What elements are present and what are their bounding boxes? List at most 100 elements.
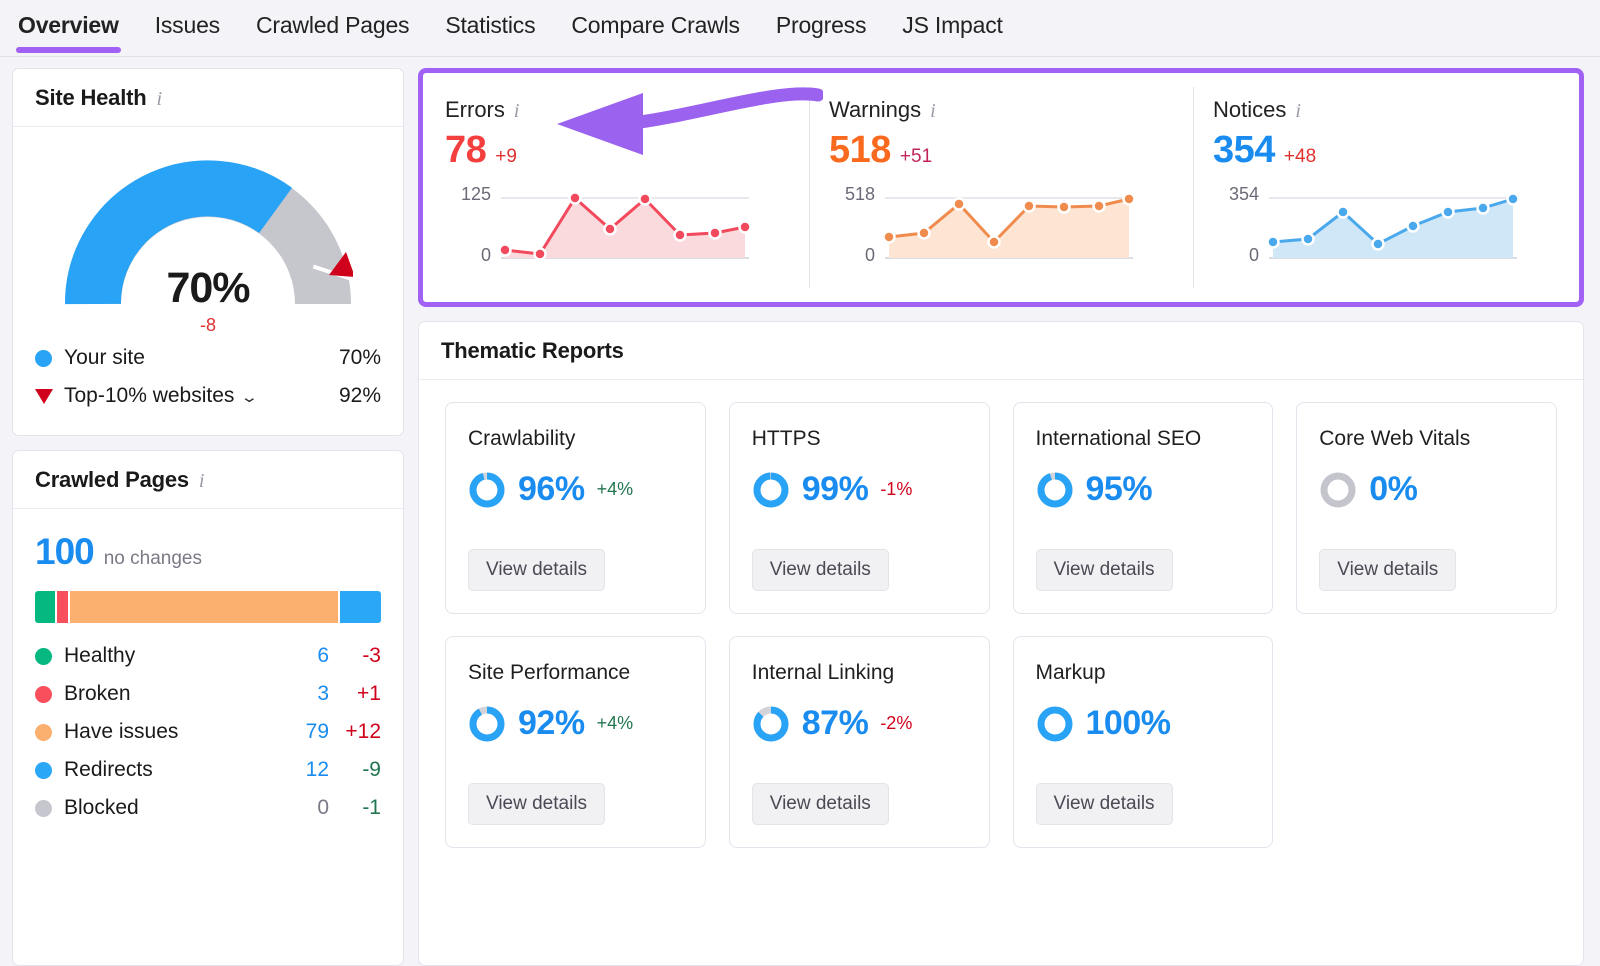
crawled-pages-stacked-bar[interactable] — [35, 591, 381, 623]
redirects-color-dot — [35, 761, 52, 779]
have-issues-color-dot — [35, 723, 52, 741]
errors-sparkline-svg — [498, 191, 752, 261]
info-icon[interactable]: i — [157, 87, 163, 109]
thematic-reports-card: Thematic Reports Crawlability 96% +4% Vi… — [418, 321, 1584, 966]
tab-compare-crawls[interactable]: Compare Crawls — [569, 0, 741, 37]
report-percent: 99% — [801, 470, 869, 508]
list-item[interactable]: Blocked 0 -1 — [35, 789, 381, 827]
tab-statistics[interactable]: Statistics — [443, 0, 537, 37]
metric-header: Warnings i — [829, 97, 1193, 123]
info-icon[interactable]: i — [514, 99, 520, 121]
chevron-down-icon[interactable]: ⌄ — [240, 388, 259, 406]
list-item[interactable]: Broken 3 +1 — [35, 675, 381, 713]
view-details-button[interactable]: View details — [1319, 549, 1457, 591]
tab-label: Crawled Pages — [255, 12, 410, 38]
your-site-color-dot — [35, 349, 52, 367]
tab-label: Overview — [18, 12, 119, 38]
report-percent: 92% — [518, 704, 585, 742]
report-score-row: 96% +4% — [468, 470, 683, 509]
row-label: Redirects — [64, 758, 153, 781]
report-card-crawlability[interactable]: Crawlability 96% +4% View details — [445, 402, 706, 614]
view-details-button[interactable]: View details — [1035, 549, 1173, 591]
tab-js-impact[interactable]: JS Impact — [900, 0, 1004, 37]
view-details-button[interactable]: View details — [468, 549, 606, 591]
legend-label: Your site — [64, 346, 145, 369]
axis-min-label: 0 — [1248, 245, 1259, 265]
report-card-https[interactable]: HTTPS 99% -1% View details — [728, 402, 990, 614]
row-label: Healthy — [64, 644, 136, 667]
healthy-color-dot — [35, 647, 52, 665]
metric-value-row: 518 +51 — [829, 129, 1193, 172]
bar-segment-healthy[interactable] — [35, 591, 56, 623]
crawled-pages-body: 100 no changes Healthy 6 -3 Broken 3 +1 … — [13, 509, 403, 843]
bar-segment-have-issues[interactable] — [69, 591, 339, 623]
benchmark-triangle-icon — [35, 388, 53, 404]
metric-warnings[interactable]: Warnings i 518 +51 518 0 — [809, 75, 1193, 300]
thematic-reports-header: Thematic Reports — [419, 322, 1583, 380]
axis-max-label: 125 — [460, 184, 491, 204]
row-label: Blocked — [64, 796, 139, 819]
view-details-button[interactable]: View details — [751, 549, 889, 591]
report-score-row: 87% -2% — [752, 704, 967, 743]
legend-row-your-site: Your site 70% — [35, 339, 381, 377]
progress-ring-icon — [1037, 706, 1072, 741]
metric-notices[interactable]: Notices i 354 +48 354 0 — [1193, 75, 1577, 300]
warnings-sparkline: 518 0 — [829, 184, 1193, 266]
report-card-site-performance[interactable]: Site Performance 92% +4% View details — [445, 636, 706, 848]
row-label: Broken — [64, 682, 131, 705]
broken-color-dot — [35, 685, 52, 703]
row-count: 0 — [317, 796, 329, 819]
bar-segment-broken[interactable] — [57, 591, 68, 623]
info-icon[interactable]: i — [930, 99, 936, 121]
report-title: Markup — [1035, 661, 1106, 684]
row-count[interactable]: 79 — [283, 720, 329, 744]
main-tab-bar: Overview Issues Crawled Pages Statistics… — [0, 0, 1600, 57]
list-item[interactable]: Healthy 6 -3 — [35, 637, 381, 675]
site-health-header: Site Health i — [13, 69, 403, 127]
list-item[interactable]: Redirects 12 -9 — [35, 751, 381, 789]
row-count[interactable]: 6 — [283, 644, 329, 668]
bar-segment-redirects[interactable] — [340, 591, 381, 623]
tab-overview[interactable]: Overview — [16, 0, 121, 53]
right-column: Errors i 78 +9 125 0 Warnings i 518 +51 … — [418, 68, 1584, 966]
report-score-row: 99% -1% — [752, 470, 967, 509]
tab-issues[interactable]: Issues — [153, 0, 222, 37]
metric-value: 354 — [1213, 129, 1275, 171]
crawled-pages-card: Crawled Pages i 100 no changes Healthy 6… — [12, 450, 404, 966]
report-score-row: 100% — [1036, 704, 1251, 743]
list-item[interactable]: Have issues 79 +12 — [35, 713, 381, 751]
view-details-button[interactable]: View details — [751, 783, 889, 825]
metric-errors[interactable]: Errors i 78 +9 125 0 — [425, 75, 809, 300]
report-card-internal-linking[interactable]: Internal Linking 87% -2% View details — [728, 636, 990, 848]
report-title: Site Performance — [468, 661, 631, 684]
legend-row-top-10-websites[interactable]: Top-10% websites ⌄ 92% — [35, 377, 381, 415]
metric-header: Notices i — [1213, 97, 1577, 123]
info-icon[interactable]: i — [1295, 99, 1301, 121]
info-icon[interactable]: i — [199, 469, 205, 491]
row-count[interactable]: 3 — [283, 682, 329, 706]
legend-label: Top-10% websites ⌄ — [64, 384, 339, 408]
progress-ring-icon — [753, 472, 789, 507]
tab-label: Compare Crawls — [571, 12, 740, 38]
crawled-pages-count: 100 — [35, 531, 95, 572]
row-count[interactable]: 12 — [283, 758, 329, 782]
metric-header: Errors i — [445, 97, 809, 123]
report-card-international-seo[interactable]: International SEO 95% View details — [1012, 402, 1274, 614]
issue-metrics-highlight: Errors i 78 +9 125 0 Warnings i 518 +51 … — [418, 68, 1584, 307]
report-percent: 96% — [518, 470, 585, 508]
tab-label: JS Impact — [902, 12, 1003, 38]
report-card-core-web-vitals[interactable]: Core Web Vitals 0% View details — [1296, 402, 1557, 614]
report-card-markup[interactable]: Markup 100% View details — [1012, 636, 1274, 848]
progress-ring-icon — [1037, 472, 1072, 507]
tab-progress[interactable]: Progress — [774, 0, 868, 37]
tab-crawled-pages[interactable]: Crawled Pages — [254, 0, 411, 37]
report-percent: 95% — [1085, 470, 1153, 508]
site-health-gauge: 70% -8 — [13, 127, 403, 335]
view-details-button[interactable]: View details — [468, 783, 606, 825]
view-details-button[interactable]: View details — [1035, 783, 1173, 825]
row-delta: -3 — [362, 644, 381, 667]
report-score-row: 95% — [1036, 470, 1251, 509]
metric-delta: +9 — [495, 146, 517, 167]
crawled-pages-change-note: no changes — [103, 548, 202, 569]
report-percent: 100% — [1085, 704, 1171, 742]
